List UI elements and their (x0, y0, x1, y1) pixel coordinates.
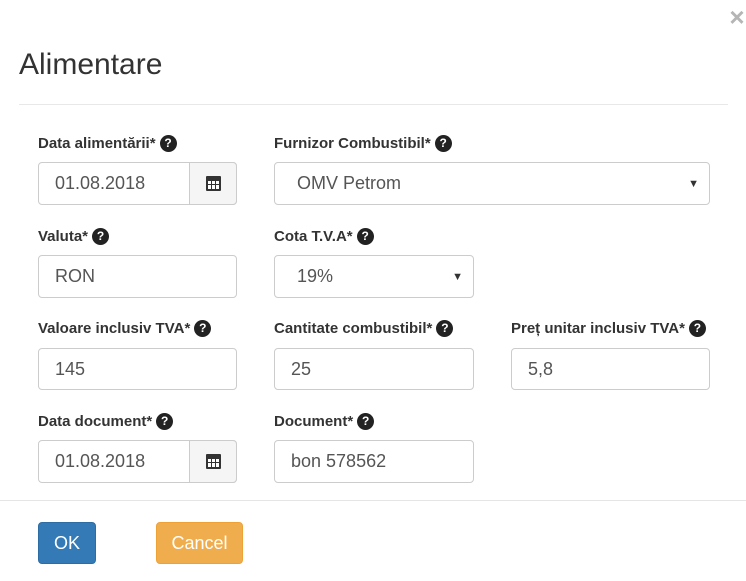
document-input[interactable]: bon 578562 (274, 440, 474, 483)
calendar-icon (205, 176, 221, 191)
calendar-icon (205, 454, 221, 469)
document-date-value: 01.08.2018 (55, 451, 146, 471)
vat-rate-value: 19% (297, 266, 334, 286)
header-divider (19, 104, 728, 105)
fuel-quantity-label: Cantitate combustibil*? (274, 319, 454, 339)
help-icon[interactable]: ? (688, 320, 706, 337)
unit-price-value: 5,8 (528, 358, 554, 379)
chevron-down-icon: ▼ (452, 270, 463, 283)
value-incl-vat-value: 145 (55, 358, 86, 379)
document-date-input[interactable]: 01.08.2018 (38, 440, 237, 483)
document-label: Document*? (274, 412, 375, 432)
document-date-label: Data document*? (38, 412, 174, 432)
unit-price-input[interactable]: 5,8 (511, 348, 710, 390)
supplier-label: Furnizor Combustibil*? (274, 134, 452, 154)
currency-input[interactable]: RON (38, 255, 237, 298)
vat-rate-select[interactable]: 19% ▼ (274, 255, 474, 298)
ok-button[interactable]: OK (38, 522, 96, 564)
value-incl-vat-label: Valoare inclusiv TVA*? (38, 319, 212, 339)
currency-value: RON (55, 266, 95, 286)
help-icon[interactable]: ? (356, 228, 374, 245)
fuel-quantity-value: 25 (291, 358, 312, 379)
document-date-picker-button[interactable] (189, 440, 237, 483)
fuel-date-input[interactable]: 01.08.2018 (38, 162, 237, 205)
fuel-quantity-input[interactable]: 25 (274, 348, 474, 390)
dialog-title: Alimentare (19, 48, 163, 81)
help-icon[interactable]: ? (434, 135, 452, 152)
help-icon[interactable]: ? (159, 135, 177, 152)
help-icon[interactable]: ? (194, 320, 212, 337)
currency-label: Valuta*? (38, 227, 110, 247)
footer-divider (0, 500, 746, 501)
supplier-value: OMV Petrom (297, 173, 402, 193)
unit-price-label: Preț unitar inclusiv TVA*? (511, 319, 706, 339)
document-value: bon 578562 (291, 451, 387, 471)
chevron-down-icon: ▼ (688, 177, 699, 190)
value-incl-vat-input[interactable]: 145 (38, 348, 237, 390)
fuel-date-value: 01.08.2018 (55, 173, 146, 193)
help-icon[interactable]: ? (357, 413, 375, 430)
fuel-date-picker-button[interactable] (189, 162, 237, 205)
help-icon[interactable]: ? (156, 413, 174, 430)
cancel-button[interactable]: Cancel (156, 522, 243, 564)
help-icon[interactable]: ? (92, 228, 110, 245)
close-icon[interactable]: × (727, 4, 746, 30)
help-icon[interactable]: ? (436, 320, 454, 337)
fuel-date-label: Data alimentării*? (38, 134, 177, 154)
vat-rate-label: Cota T.V.A*? (274, 227, 374, 247)
supplier-select[interactable]: OMV Petrom ▼ (274, 162, 710, 205)
